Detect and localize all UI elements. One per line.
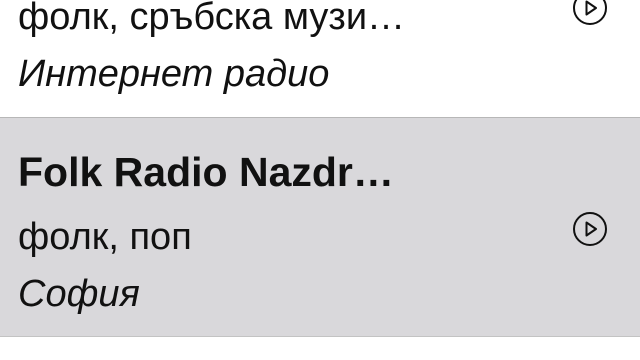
station-row-selected[interactable]: Folk Radio Nazdr… фолк, поп София: [0, 118, 640, 336]
station-list: фолк, сръбска музи… Интернет радио Folk …: [0, 0, 640, 360]
play-button[interactable]: [573, 212, 607, 246]
play-circle-icon: [585, 221, 597, 237]
station-location: София: [18, 273, 140, 315]
station-title: Folk Radio Nazdr…: [18, 149, 394, 195]
station-row[interactable]: фолк, сръбска музи… Интернет радио: [0, 0, 640, 118]
station-location: Интернет радио: [18, 53, 330, 95]
row-divider: [0, 336, 640, 337]
play-button[interactable]: [573, 0, 607, 25]
play-circle-icon: [585, 0, 597, 16]
station-genre: фолк, сръбска музи…: [18, 0, 406, 38]
station-genre: фолк, поп: [18, 216, 192, 258]
